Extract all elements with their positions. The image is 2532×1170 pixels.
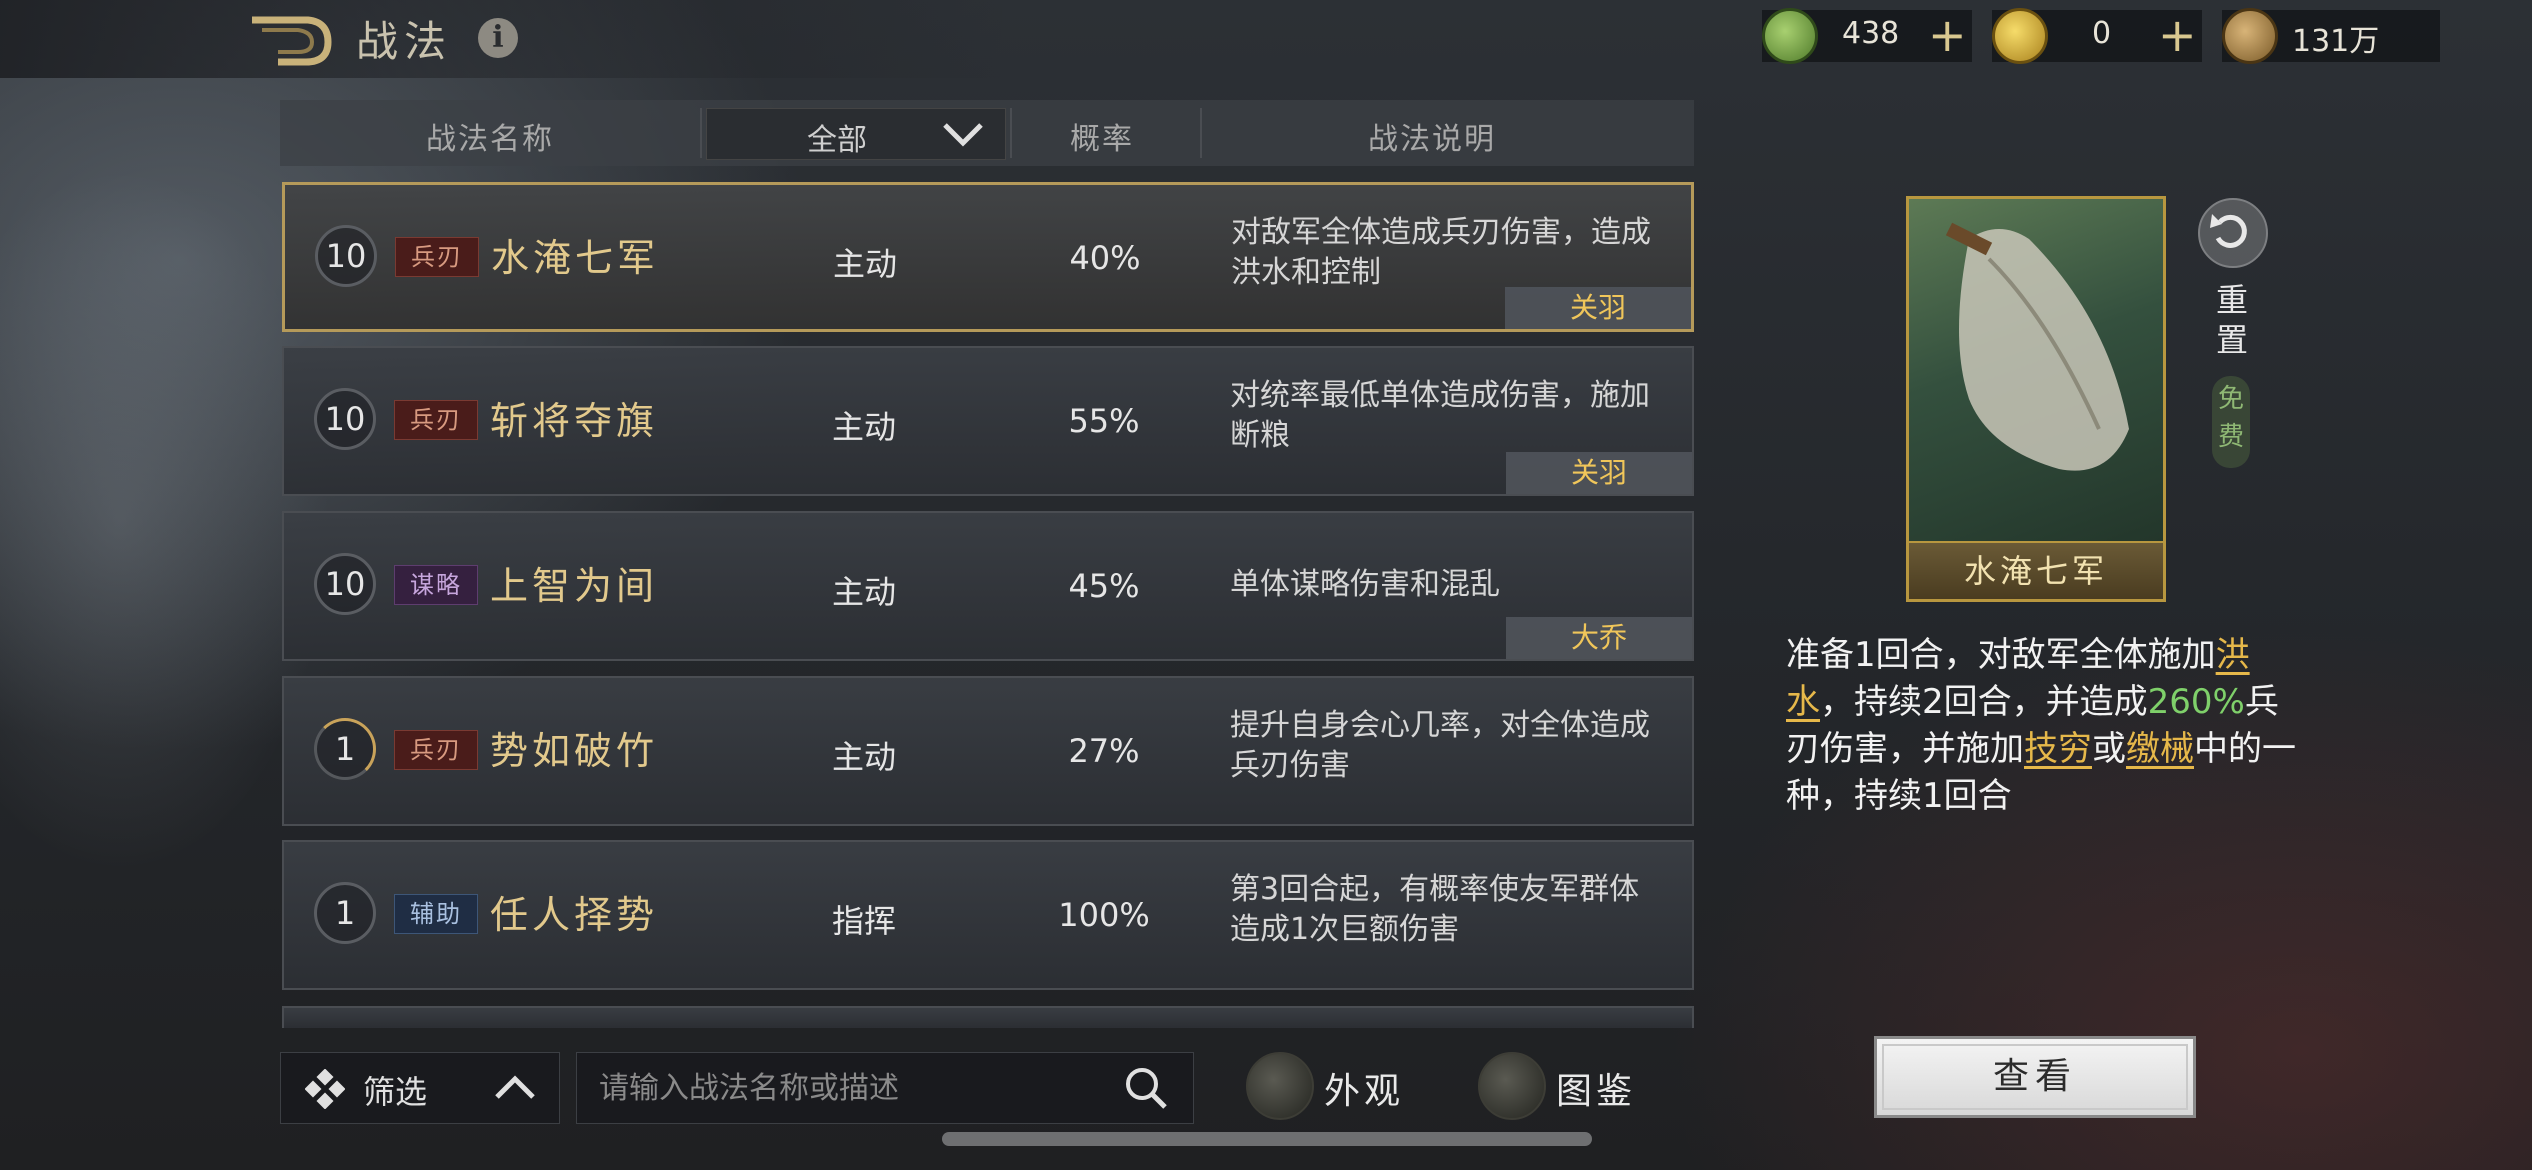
info-icon[interactable]: i [478,18,518,58]
skill-level: 10 [314,388,376,450]
currency-copper: 131万 [2222,8,2440,64]
skill-kind: 主动 [832,573,897,611]
skill-level: 10 [315,225,377,287]
divider [1010,108,1012,158]
desc-text: 或 [2092,729,2126,769]
column-rate: 概率 [1070,122,1134,157]
skill-rate: 40% [1069,239,1141,277]
search-input[interactable] [597,1065,1081,1111]
skill-owner: 关羽 [1505,287,1691,329]
blade-artwork [1945,222,2129,471]
top-bar: 战法 i 438 + 0 + 131万 [0,0,2532,78]
keyword-link[interactable]: 缴械 [2126,729,2194,769]
gold-value: 0 [2092,16,2112,51]
skill-row[interactable]: 10 兵刃 斩将夺旗 主动 55% 对统率最低单体造成伤害，施加断粮 关羽 [282,346,1694,496]
skill-kind: 主动 [832,408,897,446]
skill-card: 水淹七军 [1906,196,2166,602]
codex-label: 图鉴 [1556,1071,1637,1112]
skill-description: 第3回合起，有概率使友军群体造成1次巨额伤害 [1230,872,1640,947]
currency-gold: 0 + [1992,8,2202,64]
skill-row[interactable]: 10 兵刃 水淹七军 主动 40% 对敌军全体造成兵刃伤害，造成洪水和控制 关羽 [282,182,1694,332]
book-icon [1478,1052,1546,1120]
gold-coin-icon [1992,8,2048,64]
skill-type-badge: 谋略 [394,565,478,605]
filter-label: 筛选 [363,1073,428,1111]
copper-coin-icon [2222,8,2278,64]
reset-label: 重置 [2215,281,2248,359]
category-dropdown[interactable]: 全部 [706,108,1006,160]
skill-kind: 主动 [832,738,897,776]
divider [1200,108,1202,158]
skill-type-badge: 辅助 [394,894,478,934]
skill-description: 单体谋略伤害和混乱 [1230,567,1500,602]
pavilion-icon [1246,1052,1314,1120]
skill-description: 对敌军全体造成兵刃伤害，造成洪水和控制 [1231,215,1651,290]
category-dropdown-value: 全部 [807,123,867,158]
back-arrow-icon[interactable] [248,12,332,68]
reset-button[interactable] [2198,198,2268,268]
skill-name: 上智为间 [490,564,659,608]
filter-icon [305,1069,345,1109]
desc-text: ，持续2回合，并造成 [1820,682,2148,722]
skill-type-badge: 兵刃 [395,237,479,277]
copper-value: 131万 [2292,24,2380,59]
keyword-link[interactable]: 技穷 [2024,729,2092,769]
skill-row[interactable]: 10 谋略 上智为间 主动 45% 单体谋略伤害和混乱 大乔 [282,511,1694,661]
skill-row[interactable]: 1 兵刃 势如破竹 主动 27% 提升自身会心几率，对全体造成兵刃伤害 [282,676,1694,826]
skill-owner: 大乔 [1506,617,1692,659]
column-description: 战法说明 [1368,122,1496,157]
scrollbar[interactable] [942,1132,1592,1146]
skill-rate: 27% [1068,732,1140,770]
search-icon[interactable] [1123,1065,1169,1111]
skill-rate: 55% [1068,402,1140,440]
skill-name: 势如破竹 [490,729,659,773]
appearance-label: 外观 [1324,1071,1405,1112]
jade-value: 438 [1842,16,1900,51]
filter-button[interactable]: 筛选 [280,1052,560,1124]
skill-description: 提升自身会心几率，对全体造成兵刃伤害 [1230,708,1650,783]
refresh-icon [2210,214,2247,248]
skill-rate: 45% [1068,567,1140,605]
desc-text: 准备1回合，对敌军全体施加 [1786,635,2216,675]
skill-level: 1 [314,718,376,780]
page-title: 战法 [356,17,453,66]
appearance-button[interactable]: 外观 [1246,1050,1426,1120]
view-button[interactable]: 查看 [1874,1036,2196,1118]
skill-name: 斩将夺旗 [490,399,659,443]
skill-name: 任人择势 [490,893,659,937]
damage-percent: 260% [2147,682,2245,722]
search-box [576,1052,1194,1124]
skill-detail-description: 准备1回合，对敌军全体施加洪水，持续2回合，并造成260%兵刃伤害，并施加技穷或… [1786,632,2296,820]
column-skill-name: 战法名称 [426,122,554,157]
skill-rate: 100% [1058,896,1150,934]
skill-type-badge: 兵刃 [394,400,478,440]
chevron-down-icon [943,123,983,147]
list-header: 战法名称 全部 概率 战法说明 [280,100,1694,166]
currency-jade: 438 + [1762,8,1972,64]
add-gold-button[interactable]: + [2158,12,2197,58]
add-jade-button[interactable]: + [1928,12,1967,58]
skill-level: 10 [314,553,376,615]
skill-description: 对统率最低单体造成伤害，施加断粮 [1230,378,1650,453]
jade-icon [1762,8,1818,64]
skill-name: 水淹七军 [491,236,660,280]
skill-level: 1 [314,882,376,944]
skill-type-badge: 兵刃 [394,730,478,770]
divider [700,108,702,158]
skill-card-name: 水淹七军 [1909,541,2163,599]
skill-row-partial[interactable] [282,1006,1694,1028]
skill-owner: 关羽 [1506,452,1692,494]
skill-kind: 指挥 [832,902,897,940]
codex-button[interactable]: 图鉴 [1478,1050,1658,1120]
skill-kind: 主动 [833,245,898,283]
free-badge: 免费 [2212,376,2250,468]
skill-row[interactable]: 1 辅助 任人择势 指挥 100% 第3回合起，有概率使友军群体造成1次巨额伤害 [282,840,1694,990]
chevron-up-icon [495,1075,535,1099]
